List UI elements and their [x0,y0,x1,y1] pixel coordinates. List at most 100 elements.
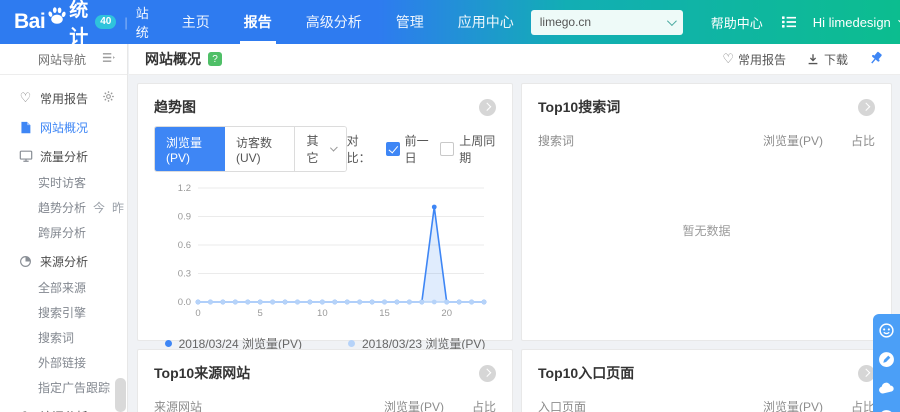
top-entry-pages-card: Top10入口页面 入口页面 浏览量(PV) 占比 [521,349,892,412]
tab-visitors[interactable]: 访客数(UV) [225,127,295,171]
svg-text:1.2: 1.2 [178,183,191,194]
svg-text:5: 5 [258,308,263,319]
site-selector[interactable]: limego.cn [531,10,683,35]
compare-last-week[interactable]: 上周同期 [440,132,496,166]
nav-management[interactable]: 管理 [379,0,441,44]
sidebar-title: 网站导航 [38,51,86,68]
trend-card-more-icon[interactable] [479,99,496,116]
sidebar-nav-list: 常用报告 网站概况 流量分析 实时访客 趋势分析今昨 [0,75,127,412]
top-search-more-icon[interactable] [858,99,875,116]
message-cloud-icon[interactable] [878,379,896,397]
svg-text:15: 15 [379,308,390,319]
tab-other[interactable]: 其它 [295,127,345,171]
page-actions: 常用报告 下载 [722,50,884,69]
sidebar-collapse-icon[interactable] [102,51,115,67]
svg-text:0.3: 0.3 [178,269,191,280]
customer-service-icon[interactable] [878,321,896,339]
heart-icon [722,51,734,67]
pin-icon[interactable] [868,50,884,69]
svg-text:0.9: 0.9 [178,212,191,223]
trend-card-title: 趋势图 [154,97,196,117]
logo-text-bai: Bai [14,10,45,34]
main-area: 网站概况 ? 常用报告 下载 [129,44,900,412]
feedback-edit-icon[interactable] [878,350,896,368]
main-nav: 主页 报告 高级分析 管理 应用中心 [165,0,531,44]
pie-chart-icon [18,255,33,268]
compare-controls: 对比： 前一日 上周同期 [347,132,496,166]
svg-text:0: 0 [195,308,200,319]
gear-icon[interactable] [102,90,115,106]
tab-pageviews[interactable]: 浏览量(PV) [155,127,225,171]
nav-advanced-analysis[interactable]: 高级分析 [289,0,379,44]
compare-previous-day[interactable]: 前一日 [386,132,432,166]
trend-line-chart[interactable]: 0.0 0.3 0.6 0.9 1.2 0 5 10 15 20 [154,176,496,333]
sidebar: 网站导航 常用报告 网站概况 [0,44,128,412]
nav-app-center[interactable]: 应用中心 [441,0,531,44]
table-header: 入口页面 浏览量(PV) 占比 [538,398,875,412]
top-entry-title: Top10入口页面 [538,363,634,383]
sidebar-item-site-overview[interactable]: 网站概况 [0,113,127,141]
dashboard-grid: 趋势图 浏览量(PV) 访客数(UV) 其它 对比： 前一日 [129,75,900,412]
svg-text:0.0: 0.0 [178,297,191,308]
previous-day-checkbox[interactable] [386,142,400,156]
help-center-link[interactable]: 帮助中心 [711,13,763,32]
chevron-down-icon [667,16,677,26]
last-week-checkbox[interactable] [440,142,454,156]
sidebar-header: 网站导航 [0,44,127,75]
logo-text-tongji: 统计 [69,0,88,49]
trend-card: 趋势图 浏览量(PV) 访客数(UV) 其它 对比： 前一日 [137,83,513,341]
header-right: limego.cn 帮助中心 Hi limedesign [531,10,900,35]
top-source-more-icon[interactable] [479,365,496,382]
user-name: Hi limedesign [813,15,891,30]
sidebar-item-search-engines[interactable]: 搜索引擎 [0,301,127,326]
download-icon [806,52,820,66]
sidebar-scrollbar-thumb[interactable] [115,378,126,412]
top-search-terms-card: Top10搜索词 搜索词 浏览量(PV) 占比 暂无数据 [521,83,892,341]
chevron-down-icon [330,144,338,152]
version-badge: 40 [95,15,116,29]
svg-text:0.6: 0.6 [178,240,191,251]
legend-dot [348,340,355,347]
trend-metric-tabs: 浏览量(PV) 访客数(UV) 其它 [154,126,347,172]
sidebar-item-all-sources[interactable]: 全部来源 [0,276,127,301]
top-header: Bai 统计 40 | 网站统计 主页 报告 高级分析 管理 应用中心 lime… [0,0,900,44]
site-selector-value: limego.cn [540,15,591,29]
page-header: 网站概况 ? 常用报告 下载 [129,44,900,75]
baidu-paw-icon [46,5,68,32]
sidebar-item-traffic-analysis[interactable]: 流量分析 [0,141,127,171]
top-search-title: Top10搜索词 [538,97,620,117]
legend-dot [165,340,172,347]
empty-data-text: 暂无数据 [522,222,891,239]
sidebar-item-cross-screen-analysis[interactable]: 跨屏分析 [0,221,127,246]
sidebar-item-search-terms[interactable]: 搜索词 [0,326,127,351]
favorite-report-button[interactable]: 常用报告 [722,51,786,68]
top-source-title: Top10来源网站 [154,363,250,383]
top-source-sites-card: Top10来源网站 来源网站 浏览量(PV) 占比 [137,349,513,412]
sidebar-item-trend-analysis[interactable]: 趋势分析今昨 [0,196,127,221]
sidebar-item-external-links[interactable]: 外部链接 [0,351,127,376]
nav-reports[interactable]: 报告 [227,0,289,44]
sidebar-item-source-analysis[interactable]: 来源分析 [0,246,127,276]
trend-yesterday-link[interactable]: 昨 [112,201,124,215]
download-button[interactable]: 下载 [806,51,848,68]
table-header: 搜索词 浏览量(PV) 占比 [538,132,875,149]
sidebar-item-visit-analysis[interactable]: 访问分析 [0,401,127,412]
page-title: 网站概况 [145,49,201,69]
svg-text:10: 10 [317,308,328,319]
sidebar-item-realtime-visitors[interactable]: 实时访客 [0,171,127,196]
back-to-top-icon[interactable] [878,408,896,412]
user-menu[interactable]: Hi limedesign [813,15,900,30]
help-badge-icon[interactable]: ? [208,52,222,66]
compare-label: 对比： [347,132,377,166]
trend-today-link[interactable]: 今 [93,201,105,215]
nav-home[interactable]: 主页 [165,0,227,44]
sidebar-item-favorite-reports[interactable]: 常用报告 [0,83,127,113]
floating-toolbar [873,314,900,412]
document-icon [18,121,33,134]
svg-text:20: 20 [441,308,452,319]
sidebar-item-ad-tracking[interactable]: 指定广告跟踪 [0,376,127,401]
monitor-icon [18,149,33,163]
report-list-icon[interactable] [781,14,797,30]
table-header: 来源网站 浏览量(PV) 占比 [154,398,496,412]
heart-icon [18,90,33,106]
